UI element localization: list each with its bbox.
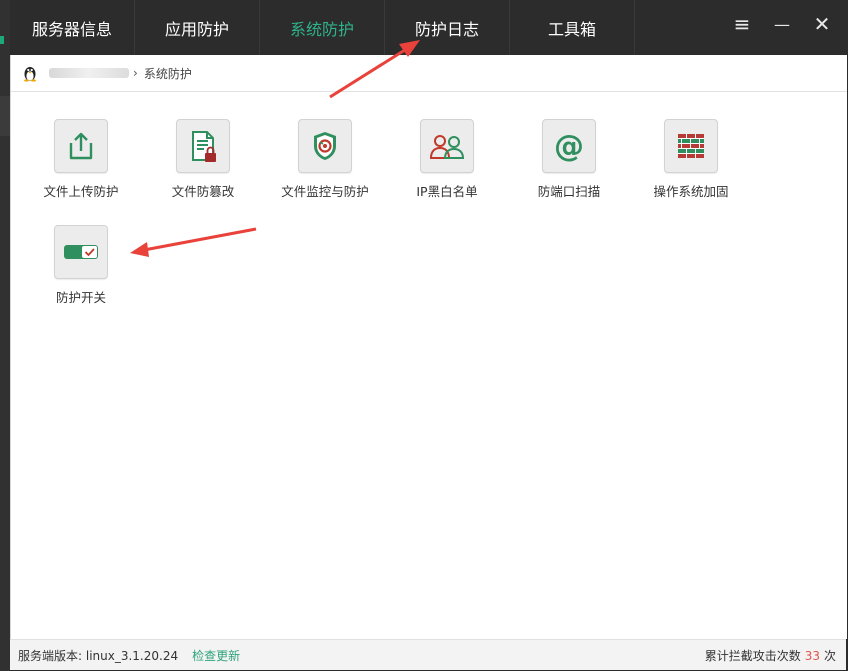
users-icon bbox=[429, 135, 465, 159]
tab-protection-log[interactable]: 防护日志 bbox=[385, 0, 510, 55]
tool-os-hardening[interactable]: 操作系统加固 bbox=[636, 119, 746, 200]
sidebar-active-block bbox=[0, 96, 10, 136]
tool-file-tamper-protection[interactable]: 文件防篡改 bbox=[148, 119, 258, 200]
linux-penguin-icon bbox=[24, 67, 36, 82]
breadcrumb: › 系统防护 bbox=[11, 55, 847, 92]
firewall-icon bbox=[678, 134, 704, 158]
tool-label: 文件上传防护 bbox=[43, 184, 119, 199]
tool-label: 文件监控与防护 bbox=[281, 184, 369, 199]
sidebar-marker bbox=[0, 36, 4, 44]
tab-server-info[interactable]: 服务器信息 bbox=[10, 0, 135, 55]
tab-toolbox[interactable]: 工具箱 bbox=[510, 0, 635, 55]
server-name-redacted bbox=[49, 68, 129, 78]
tool-icon-box bbox=[54, 119, 108, 173]
blocked-count: 33 bbox=[804, 648, 820, 663]
tab-app-protection[interactable]: 应用防护 bbox=[135, 0, 260, 55]
svg-text:@: @ bbox=[554, 129, 584, 163]
status-bar: 服务端版本: linux_3.1.20.24 检查更新 累计拦截攻击次数 33 次 bbox=[10, 639, 846, 670]
tool-protection-switch[interactable]: 防护开关 bbox=[26, 225, 136, 306]
main-panel: › 系统防护 文件上传防护 文件防篡改 文件监控与防护 IP黑白名单 @ 防端口… bbox=[10, 55, 847, 639]
upload-icon bbox=[69, 132, 93, 160]
tool-file-monitor-protection[interactable]: 文件监控与防护 bbox=[270, 119, 380, 200]
tool-icon-box bbox=[664, 119, 718, 173]
tool-icon-box bbox=[420, 119, 474, 173]
file-lock-icon bbox=[192, 131, 216, 162]
tool-icon-box bbox=[176, 119, 230, 173]
tool-label: 防护开关 bbox=[55, 290, 106, 305]
blocked-prefix: 累计拦截攻击次数 bbox=[704, 648, 801, 663]
tool-icon-box bbox=[54, 225, 108, 279]
top-nav: 服务器信息 应用防护 系统防护 防护日志 工具箱 ≡ — ✕ bbox=[10, 0, 848, 55]
at-icon: @ bbox=[554, 129, 584, 163]
tool-icon-box bbox=[298, 119, 352, 173]
version-label: 服务端版本: linux_3.1.20.24 bbox=[18, 648, 179, 663]
breadcrumb-separator: › bbox=[133, 66, 138, 80]
tool-port-scan-protection[interactable]: @ 防端口扫描 bbox=[514, 119, 624, 200]
blocked-attacks-counter: 累计拦截攻击次数 33 次 bbox=[705, 647, 836, 664]
tab-system-protection[interactable]: 系统防护 bbox=[260, 0, 385, 55]
menu-icon[interactable]: ≡ bbox=[728, 10, 756, 38]
tool-file-upload-protection[interactable]: 文件上传防护 bbox=[26, 119, 136, 200]
tool-label: IP黑白名单 bbox=[416, 184, 478, 199]
tool-label: 文件防篡改 bbox=[171, 184, 235, 199]
blocked-suffix: 次 bbox=[823, 648, 836, 663]
tool-ip-blacklist-whitelist[interactable]: IP黑白名单 bbox=[392, 119, 502, 200]
tool-label: 防端口扫描 bbox=[537, 184, 601, 199]
left-sidebar-strip bbox=[0, 0, 10, 671]
check-update-link[interactable]: 检查更新 bbox=[192, 647, 240, 664]
toggle-icon bbox=[64, 245, 98, 259]
breadcrumb-current: 系统防护 bbox=[143, 66, 192, 81]
shield-monitor-icon bbox=[314, 132, 336, 160]
tool-label: 操作系统加固 bbox=[653, 184, 729, 199]
close-icon[interactable]: ✕ bbox=[808, 10, 836, 38]
minimize-icon[interactable]: — bbox=[768, 10, 796, 38]
tool-icon-box: @ bbox=[542, 119, 596, 173]
